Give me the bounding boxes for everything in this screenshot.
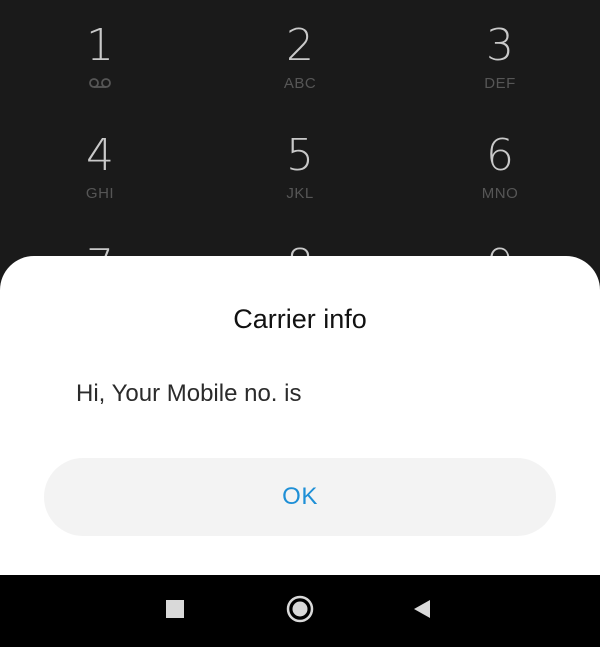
phone-screen: 1 2 ABC 3 DEF 4 GHI 5 JKL 6 MNO Carrier … <box>0 0 600 647</box>
recents-button[interactable] <box>135 575 215 647</box>
square-icon <box>165 599 185 624</box>
back-triangle-icon <box>411 598 433 625</box>
ok-button[interactable]: OK <box>44 458 556 536</box>
home-button[interactable] <box>260 575 340 647</box>
carrier-info-dialog: Carrier info Hi, Your Mobile no. is OK <box>0 256 600 575</box>
back-button[interactable] <box>382 575 462 647</box>
navigation-bar <box>0 575 600 647</box>
dialog-message: Hi, Your Mobile no. is <box>76 380 302 407</box>
circle-icon <box>285 594 315 629</box>
dialog-title: Carrier info <box>233 304 367 334</box>
ok-button-label: OK <box>282 483 318 510</box>
